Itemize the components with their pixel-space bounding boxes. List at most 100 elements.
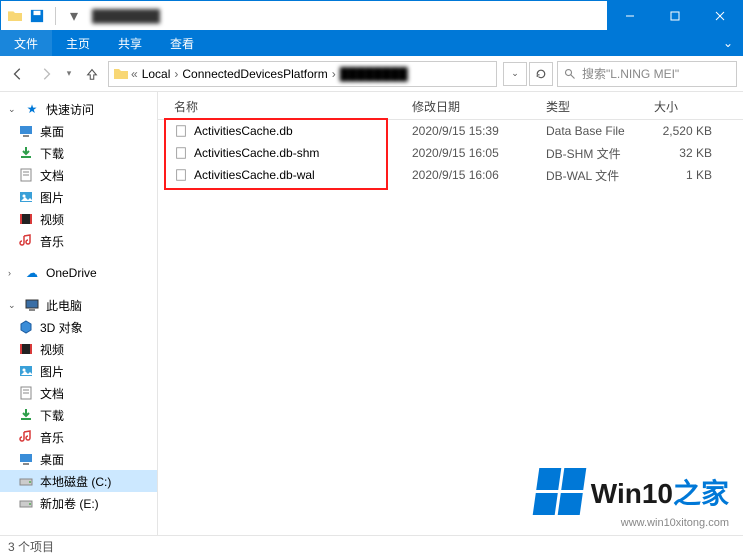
tab-home[interactable]: 主页 (52, 30, 104, 56)
file-name: ActivitiesCache.db-shm (194, 146, 319, 160)
maximize-button[interactable] (652, 1, 697, 31)
chevron-down-icon[interactable]: ⌄ (8, 104, 18, 115)
file-icon (174, 146, 188, 160)
sidebar-item-label: 本地磁盘 (C:) (40, 473, 111, 490)
vid-icon (18, 341, 34, 357)
search-placeholder: 搜索"L.NING MEI" (582, 65, 679, 82)
file-name: ActivitiesCache.db (194, 124, 293, 138)
desktop-icon (18, 123, 34, 139)
sidebar-item-label: 新加卷 (E:) (40, 495, 99, 512)
sidebar-item-label: 文档 (40, 167, 64, 184)
sidebar-item-label: OneDrive (46, 266, 97, 280)
sidebar-item[interactable]: 视频 (0, 338, 157, 360)
download-icon (18, 407, 34, 423)
sidebar-onedrive[interactable]: › ☁ OneDrive (0, 262, 157, 284)
sidebar-item[interactable]: 桌面 (0, 448, 157, 470)
column-date[interactable]: 修改日期 (404, 92, 538, 119)
file-type: DB-WAL 文件 (538, 167, 646, 184)
minimize-button[interactable] (607, 1, 652, 31)
sidebar-item-label: 3D 对象 (40, 319, 83, 336)
status-bar: 3 个项目 (0, 535, 743, 557)
column-type[interactable]: 类型 (538, 92, 646, 119)
qat-save-icon[interactable] (29, 8, 45, 24)
file-icon (174, 168, 188, 182)
breadcrumb-item[interactable]: ████████ (338, 67, 410, 81)
address-bar[interactable]: « Local › ConnectedDevicesPlatform › ███… (108, 61, 497, 87)
sidebar-item[interactable]: 本地磁盘 (C:) (0, 470, 157, 492)
forward-button[interactable] (34, 62, 58, 86)
drive-icon (18, 495, 34, 511)
search-icon (564, 68, 576, 80)
chevron-right-icon[interactable]: › (330, 67, 338, 81)
sidebar-item-label: 下载 (40, 145, 64, 162)
3d-icon (18, 319, 34, 335)
column-headers: 名称 修改日期 类型 大小 (158, 92, 743, 120)
file-type: DB-SHM 文件 (538, 145, 646, 162)
sidebar-item[interactable]: 3D 对象 (0, 316, 157, 338)
watermark-url: www.win10xitong.com (536, 517, 729, 529)
file-icon (174, 124, 188, 138)
chevron-down-icon[interactable]: ⌄ (8, 300, 18, 311)
up-button[interactable] (80, 62, 104, 86)
sidebar-item[interactable]: 文档 (0, 382, 157, 404)
chevron-right-icon[interactable]: › (8, 268, 18, 278)
titlebar: ▾ ████████ (0, 0, 743, 30)
sidebar-item-label: 下载 (40, 407, 64, 424)
music-icon (18, 429, 34, 445)
sidebar-item-label: 音乐 (40, 233, 64, 250)
chevron-left-icon[interactable]: « (129, 67, 140, 81)
refresh-button[interactable] (529, 62, 553, 86)
doc-icon (18, 167, 34, 183)
sidebar-item[interactable]: 视频 (0, 208, 157, 230)
sidebar-quickaccess[interactable]: ⌄ ★ 快速访问 (0, 98, 157, 120)
sidebar-item[interactable]: 新加卷 (E:) (0, 492, 157, 514)
table-row[interactable]: ActivitiesCache.db-wal2020/9/15 16:06DB-… (158, 164, 743, 186)
cloud-icon: ☁ (24, 265, 40, 281)
column-name[interactable]: 名称 (158, 92, 404, 119)
sidebar-item-label: 桌面 (40, 123, 64, 140)
sidebar-item-label: 视频 (40, 211, 64, 228)
download-icon (18, 145, 34, 161)
address-dropdown-button[interactable]: ⌄ (503, 62, 527, 86)
qat-divider (55, 7, 56, 25)
file-name: ActivitiesCache.db-wal (194, 168, 315, 182)
sidebar-item-label: 此电脑 (46, 297, 82, 314)
sidebar-item[interactable]: 下载 (0, 404, 157, 426)
navbar: ▾ « Local › ConnectedDevicesPlatform › █… (0, 56, 743, 92)
ribbon: 文件 主页 共享 查看 ⌄ (0, 30, 743, 56)
pc-icon (24, 297, 40, 313)
tab-share[interactable]: 共享 (104, 30, 156, 56)
qat-dropdown-icon[interactable]: ▾ (66, 8, 82, 24)
watermark: Win10之家 www.win10xitong.com (536, 468, 729, 529)
chevron-right-icon[interactable]: › (172, 67, 180, 81)
ribbon-expand-icon[interactable]: ⌄ (713, 30, 743, 56)
folder-icon (113, 66, 129, 82)
file-tab[interactable]: 文件 (0, 30, 52, 56)
star-icon: ★ (24, 101, 40, 117)
sidebar-item-label: 桌面 (40, 451, 64, 468)
sidebar-item[interactable]: 图片 (0, 360, 157, 382)
file-size: 1 KB (646, 168, 720, 182)
close-button[interactable] (697, 1, 742, 31)
table-row[interactable]: ActivitiesCache.db-shm2020/9/15 16:05DB-… (158, 142, 743, 164)
sidebar-item[interactable]: 图片 (0, 186, 157, 208)
breadcrumb-item[interactable]: Local (140, 67, 173, 81)
sidebar-item[interactable]: 下载 (0, 142, 157, 164)
recent-locations-button[interactable]: ▾ (62, 62, 76, 86)
sidebar-thispc[interactable]: ⌄ 此电脑 (0, 294, 157, 316)
tab-view[interactable]: 查看 (156, 30, 208, 56)
sidebar-item[interactable]: 桌面 (0, 120, 157, 142)
breadcrumb-item[interactable]: ConnectedDevicesPlatform (180, 67, 329, 81)
column-size[interactable]: 大小 (646, 92, 720, 119)
desktop-icon (18, 451, 34, 467)
vid-icon (18, 211, 34, 227)
back-button[interactable] (6, 62, 30, 86)
sidebar-item-label: 快速访问 (46, 101, 94, 118)
sidebar-item[interactable]: 音乐 (0, 230, 157, 252)
sidebar-item[interactable]: 文档 (0, 164, 157, 186)
img-icon (18, 189, 34, 205)
watermark-brand: Win10 (591, 478, 673, 509)
sidebar-item[interactable]: 音乐 (0, 426, 157, 448)
search-input[interactable]: 搜索"L.NING MEI" (557, 61, 737, 87)
table-row[interactable]: ActivitiesCache.db2020/9/15 15:39Data Ba… (158, 120, 743, 142)
